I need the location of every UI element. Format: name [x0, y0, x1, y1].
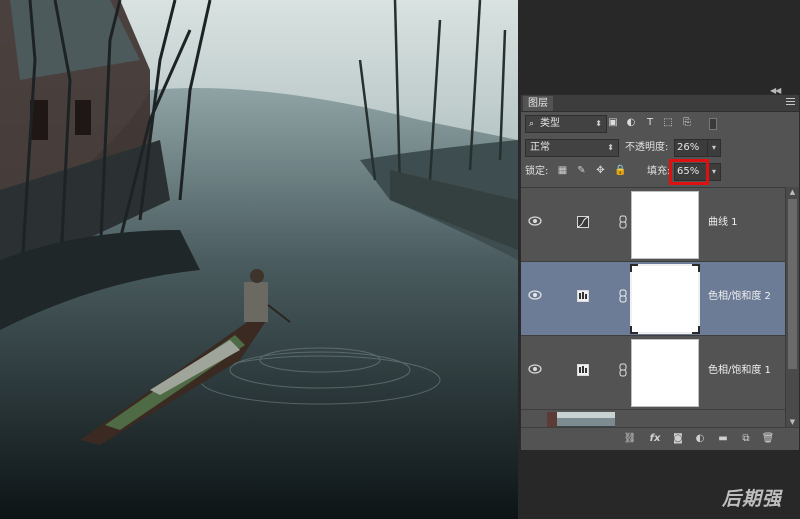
- tab-layers[interactable]: 图层: [523, 96, 553, 111]
- chain-link-icon[interactable]: [619, 363, 627, 377]
- link-layers-icon[interactable]: ⛓: [623, 432, 637, 445]
- hue-saturation-adjustment-icon: [577, 290, 589, 302]
- filter-row: ⌕ 类型 ⬍ ▣ ◐ T ⬚ ⎘: [521, 113, 799, 135]
- pixel-filter-icon[interactable]: ▣: [607, 117, 619, 129]
- mask-corner: [630, 264, 638, 272]
- scroll-up-arrow-icon[interactable]: ▲: [786, 187, 799, 197]
- layers-panel: 图层 ⌕ 类型 ⬍ ▣ ◐ T ⬚ ⎘ 正常 ⬍ 不透明度: 26% ▾ 锁定:…: [520, 94, 800, 450]
- mask-corner: [692, 264, 700, 272]
- new-adjustment-layer-icon[interactable]: ◐: [693, 432, 707, 445]
- opacity-input[interactable]: 26%: [674, 139, 708, 157]
- visibility-eye-icon[interactable]: [528, 290, 542, 300]
- layer-row-hue-saturation-2[interactable]: 色相/饱和度 2: [521, 262, 785, 336]
- filter-toggle-icon[interactable]: [709, 118, 717, 130]
- blend-mode-select[interactable]: 正常 ⬍: [525, 139, 619, 157]
- smart-object-filter-icon[interactable]: ⎘: [681, 117, 693, 129]
- blend-row: 正常 ⬍ 不透明度: 26% ▾: [521, 137, 799, 159]
- layer-name: 曲线 1: [708, 217, 738, 228]
- layer-name: 色相/饱和度 1: [708, 365, 771, 376]
- filter-kind-select[interactable]: ⌕ 类型 ⬍: [525, 115, 607, 133]
- layers-footer: ⛓ fx ◙ ◐ ▬ ⧉ 🗑: [521, 427, 799, 450]
- layer-row-hue-saturation-1[interactable]: 色相/饱和度 1: [521, 336, 785, 410]
- type-filter-icon[interactable]: T: [644, 117, 656, 129]
- watermark-logo: 后期强: [721, 488, 782, 510]
- trash-icon[interactable]: 🗑: [761, 432, 775, 445]
- lock-image-icon[interactable]: ✎: [576, 165, 587, 176]
- layer-mask-thumbnail[interactable]: [631, 339, 699, 407]
- add-mask-icon[interactable]: ◙: [671, 432, 685, 445]
- curves-adjustment-icon: [577, 216, 589, 228]
- layers-scrollbar[interactable]: ▲ ▼: [785, 187, 799, 427]
- layer-row-curves-1[interactable]: 曲线 1: [521, 188, 785, 262]
- lock-label: 锁定:: [525, 166, 549, 177]
- lock-transparent-icon[interactable]: ▦: [557, 165, 568, 176]
- visibility-eye-icon[interactable]: [528, 216, 542, 226]
- mask-corner: [692, 326, 700, 334]
- filter-kind-label: 类型: [540, 118, 560, 129]
- fill-label: 填充:: [647, 166, 671, 177]
- canvas-photo: [0, 0, 518, 519]
- shape-filter-icon[interactable]: ⬚: [662, 117, 674, 129]
- layer-mask-thumbnail[interactable]: [631, 191, 699, 259]
- background-layer-thumbnail[interactable]: [547, 412, 615, 428]
- chevron-down-icon: ⬍: [595, 119, 602, 128]
- panel-tabbar: 图层: [521, 95, 799, 112]
- opacity-slider-toggle[interactable]: ▾: [707, 139, 721, 157]
- blend-mode-value: 正常: [530, 142, 550, 153]
- layer-row-background[interactable]: [521, 410, 785, 428]
- layer-name: 色相/饱和度 2: [708, 291, 771, 302]
- lock-all-icon[interactable]: 🔒: [614, 165, 626, 176]
- visibility-eye-icon[interactable]: [528, 364, 542, 374]
- fx-icon[interactable]: fx: [648, 432, 662, 445]
- panel-menu-icon[interactable]: [786, 98, 795, 106]
- lock-row: 锁定: ▦ ✎ ✥ 🔒 填充: 65% ▾: [521, 159, 799, 185]
- new-group-folder-icon[interactable]: ▬: [716, 432, 730, 445]
- new-layer-icon[interactable]: ⧉: [739, 432, 753, 445]
- chevron-down-icon: ⬍: [607, 143, 614, 152]
- scroll-thumb[interactable]: [788, 199, 797, 369]
- lock-position-icon[interactable]: ✥: [595, 165, 606, 176]
- mask-corner: [630, 326, 638, 334]
- chain-link-icon[interactable]: [619, 215, 627, 229]
- layer-mask-thumbnail[interactable]: [630, 264, 700, 334]
- search-icon: ⌕: [529, 119, 535, 129]
- layers-list: 曲线 1 色相/饱和度 2 色相/饱和度 1: [521, 187, 785, 428]
- chain-link-icon[interactable]: [619, 289, 627, 303]
- fill-highlight-box: [669, 159, 709, 185]
- hue-saturation-adjustment-icon: [577, 364, 589, 376]
- scroll-down-arrow-icon[interactable]: ▼: [786, 417, 799, 427]
- adjustment-filter-icon[interactable]: ◐: [625, 117, 637, 129]
- fill-slider-toggle[interactable]: ▾: [707, 163, 721, 181]
- opacity-label: 不透明度:: [625, 142, 669, 153]
